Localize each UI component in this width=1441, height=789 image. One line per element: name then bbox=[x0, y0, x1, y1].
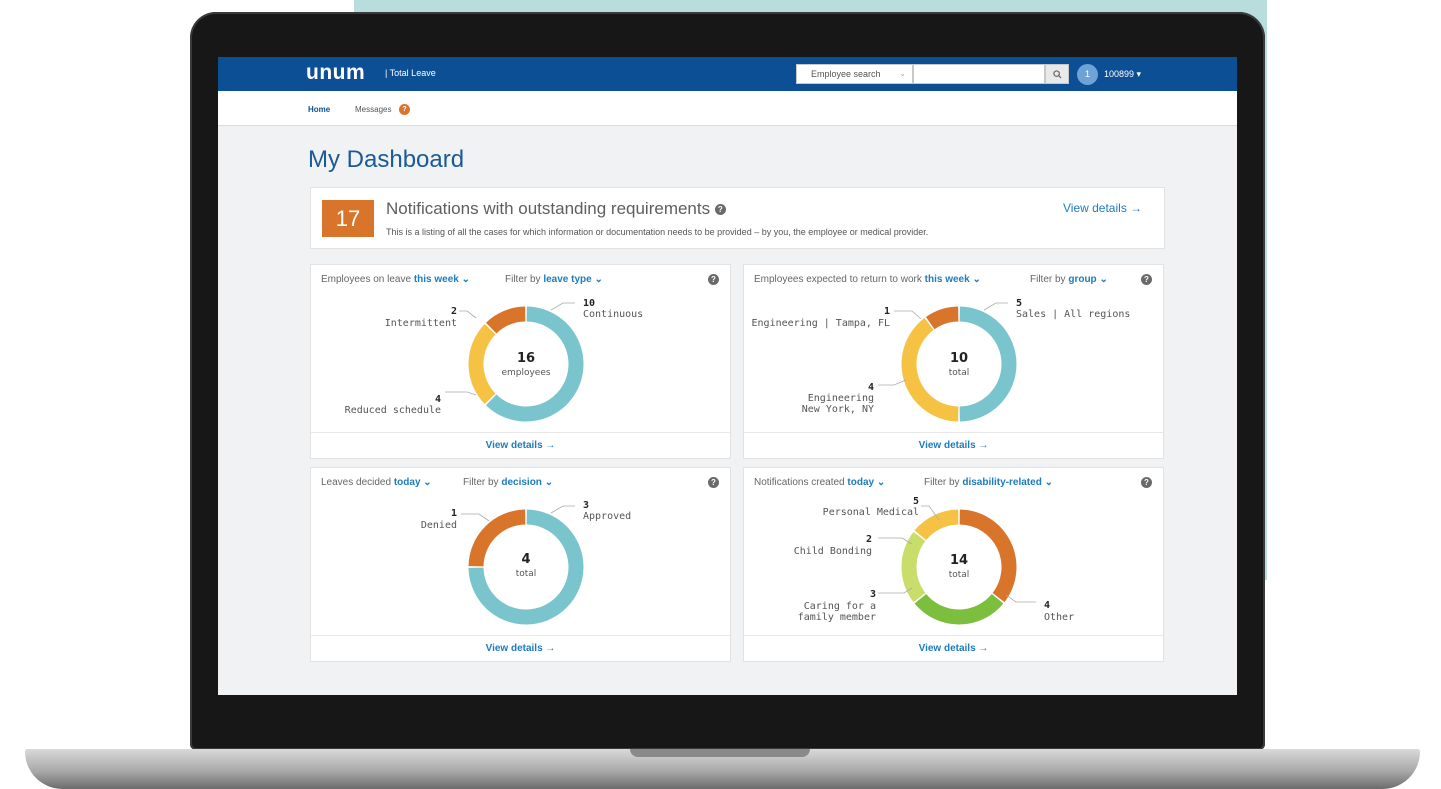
segment-label: Personal Medical bbox=[823, 507, 919, 518]
center-value: 4 bbox=[521, 552, 530, 567]
donut-segment[interactable] bbox=[468, 509, 526, 567]
segment-value: 3 bbox=[583, 500, 589, 511]
segment-value: 1 bbox=[451, 508, 457, 519]
segment-label: Sales | All regions bbox=[1016, 309, 1130, 320]
nav-home[interactable]: Home bbox=[308, 105, 330, 114]
segment-label-caring-family: 3 Caring for a family member bbox=[798, 587, 913, 623]
segment-label: Child Bonding bbox=[794, 546, 872, 557]
nav-bar: Home Messages ? bbox=[218, 91, 1237, 126]
segment-label-denied: 1 Denied bbox=[421, 508, 490, 531]
donut-segment[interactable] bbox=[959, 509, 1017, 603]
notification-description: This is a listing of all the cases for w… bbox=[386, 227, 929, 237]
center-value: 14 bbox=[950, 553, 968, 568]
widget-notifications-created: Notifications created today ⌄ Filter by … bbox=[743, 467, 1164, 662]
user-menu[interactable]: 100899 ▾ bbox=[1104, 69, 1141, 80]
donut-segment[interactable] bbox=[925, 306, 959, 330]
segment-value: 2 bbox=[866, 534, 872, 545]
segment-value: 4 bbox=[1044, 600, 1050, 611]
help-icon[interactable]: ? bbox=[714, 204, 726, 216]
messages-badge[interactable]: ? bbox=[399, 104, 410, 115]
app-screen: unum | Total Leave Employee search ⌄ 1 1… bbox=[218, 57, 1237, 695]
center-value: 16 bbox=[517, 351, 535, 366]
search-icon bbox=[1052, 70, 1062, 79]
segment-label: Continuous bbox=[583, 309, 643, 320]
notification-title: Notifications with outstanding requireme… bbox=[386, 199, 726, 219]
donut-chart-disability: 14 total 5 Personal Medical 2 Child Bond… bbox=[794, 496, 1074, 625]
search-type-select[interactable]: Employee search ⌄ bbox=[796, 64, 913, 84]
center-label: total bbox=[949, 570, 970, 580]
laptop-notch bbox=[630, 749, 810, 757]
segment-label: Intermittent bbox=[385, 318, 457, 329]
widget-footer: View details → bbox=[311, 432, 730, 458]
notification-title-text: Notifications with outstanding requireme… bbox=[386, 199, 711, 218]
segment-label-continuous: 10 Continuous bbox=[550, 298, 643, 320]
segment-label-other: 4 Other bbox=[1005, 594, 1074, 623]
search-type-label: Employee search bbox=[811, 69, 881, 79]
segment-value: 2 bbox=[451, 306, 457, 317]
center-value: 10 bbox=[950, 351, 968, 366]
segment-label-intermittent: 2 Intermittent bbox=[385, 306, 477, 329]
page-title: My Dashboard bbox=[308, 146, 465, 173]
top-bar: unum | Total Leave Employee search ⌄ 1 1… bbox=[218, 57, 1237, 91]
segment-label-approved: 3 Approved bbox=[550, 500, 631, 522]
view-details-link[interactable]: View details → bbox=[744, 643, 1163, 654]
chevron-down-icon: ⌄ bbox=[899, 69, 906, 78]
product-name: | Total Leave bbox=[385, 68, 436, 78]
segment-label-sales: 5 Sales | All regions bbox=[983, 298, 1130, 320]
segment-label-engineering-tampa: 1 Engineering | Tampa, FL bbox=[752, 306, 922, 329]
view-details-link[interactable]: View details → bbox=[744, 440, 1163, 451]
donut-segment[interactable] bbox=[468, 323, 496, 405]
center-label: total bbox=[949, 368, 970, 378]
donut-segment[interactable] bbox=[914, 593, 1004, 625]
widget-return-to-work: Employees expected to return to work thi… bbox=[743, 264, 1164, 459]
center-label: employees bbox=[501, 368, 550, 378]
segment-value: 4 bbox=[868, 382, 874, 393]
center-label: total bbox=[516, 569, 537, 579]
donut-chart-group: 10 total 5 Sales | All regions 1 Enginee… bbox=[752, 298, 1130, 422]
donut-chart-decision: 4 total 3 Approved 1 Denied bbox=[421, 500, 631, 625]
segment-value: 4 bbox=[435, 394, 441, 405]
segment-label: Approved bbox=[583, 511, 631, 522]
segment-label-line1: Caring for a bbox=[804, 601, 876, 612]
segment-label: Reduced schedule bbox=[345, 405, 441, 416]
search-button[interactable] bbox=[1045, 64, 1069, 84]
widget-footer: View details → bbox=[744, 635, 1163, 661]
segment-label-child-bonding: 2 Child Bonding bbox=[794, 534, 913, 557]
widget-footer: View details → bbox=[311, 635, 730, 661]
segment-value: 5 bbox=[1016, 298, 1022, 309]
segment-value: 3 bbox=[870, 589, 876, 600]
donut-segments bbox=[468, 509, 584, 625]
view-details-link[interactable]: View details → bbox=[311, 643, 730, 654]
donut-segment[interactable] bbox=[901, 531, 926, 603]
segment-label: Denied bbox=[421, 520, 457, 531]
segment-value: 5 bbox=[913, 496, 919, 507]
segment-label-line2: New York, NY bbox=[802, 404, 874, 415]
widget-footer: View details → bbox=[744, 432, 1163, 458]
nav-messages[interactable]: Messages bbox=[355, 105, 391, 114]
segment-label-engineering-new-york: 4 Engineering New York, NY bbox=[802, 379, 907, 415]
avatar[interactable]: 1 bbox=[1077, 64, 1098, 85]
segment-value: 10 bbox=[583, 298, 595, 309]
view-details-link[interactable]: View details → bbox=[311, 440, 730, 451]
notification-count[interactable]: 17 bbox=[322, 200, 374, 237]
segment-label-personal-medical: 5 Personal Medical bbox=[823, 496, 940, 521]
unum-logo[interactable]: unum bbox=[306, 61, 365, 85]
widget-employees-on-leave: Employees on leave this week ⌄ Filter by… bbox=[310, 264, 731, 459]
donut-segment[interactable] bbox=[959, 306, 1017, 422]
donut-segment[interactable] bbox=[485, 306, 526, 334]
segment-label-reduced-schedule: 4 Reduced schedule bbox=[345, 391, 477, 416]
widget-leaves-decided: Leaves decided today ⌄ Filter by decisio… bbox=[310, 467, 731, 662]
notifications-panel: 17 Notifications with outstanding requir… bbox=[310, 187, 1165, 249]
search-input[interactable] bbox=[913, 64, 1045, 84]
segment-value: 1 bbox=[884, 306, 890, 317]
segment-label-line1: Engineering bbox=[808, 393, 874, 404]
donut-segment[interactable] bbox=[914, 509, 959, 541]
segment-label-line2: family member bbox=[798, 612, 876, 623]
segment-label: Other bbox=[1044, 612, 1074, 623]
segment-label: Engineering | Tampa, FL bbox=[752, 318, 890, 329]
donut-chart-leave-type: 16 employees 10 Continuous 2 Intermitten… bbox=[345, 298, 643, 422]
notification-view-details-link[interactable]: View details → bbox=[1063, 201, 1142, 215]
